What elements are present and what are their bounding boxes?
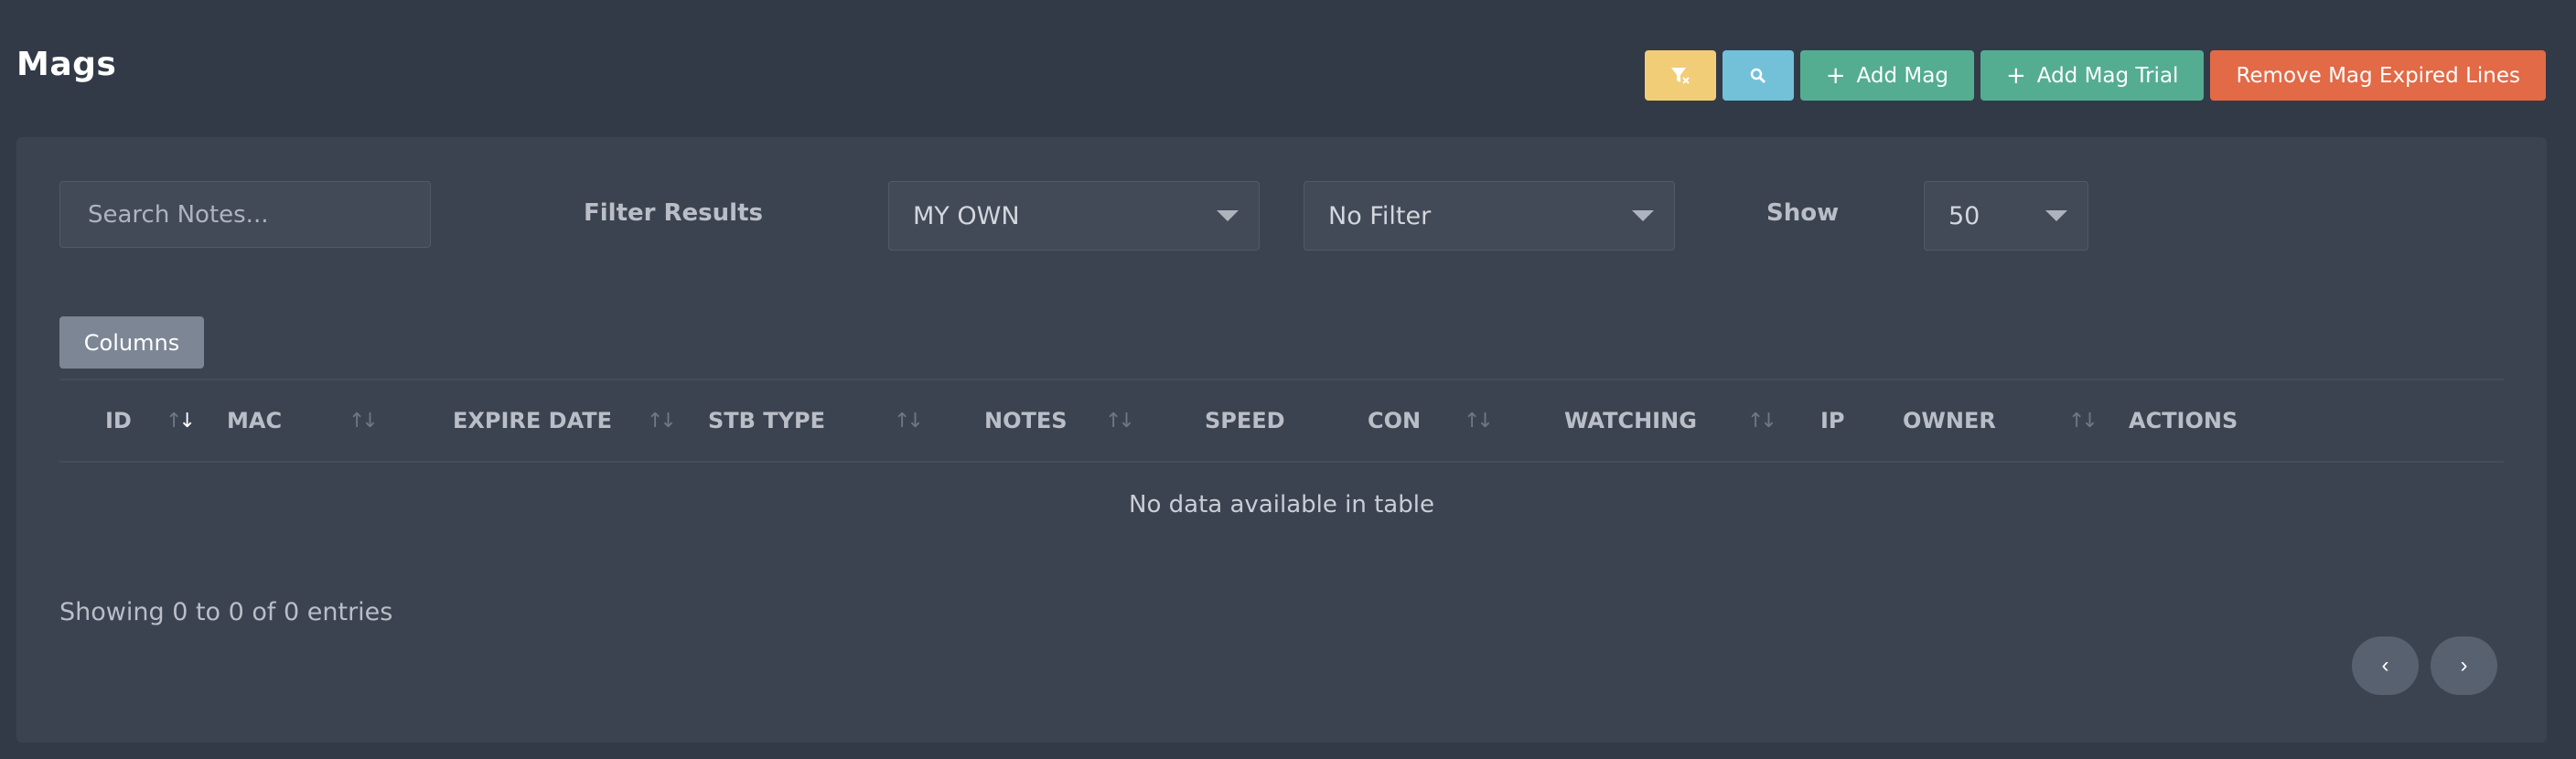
sort-icon[interactable]: ↑↓ [894,410,924,433]
column-header-id[interactable]: ID [105,408,132,433]
clear-filter-button[interactable] [1644,50,1716,101]
sort-icon[interactable]: ↑↓ [1464,410,1494,433]
add-mag-button[interactable]: + Add Mag [1799,50,1974,101]
search-icon [1750,68,1766,83]
filter-clear-icon [1670,67,1690,84]
status-filter-value: No Filter [1328,201,1432,230]
status-filter-select[interactable]: No Filter [1304,181,1675,251]
sort-icon[interactable]: ↑↓ [1105,410,1135,433]
page-size-value: 50 [1948,201,1980,230]
toolbar: + Add Mag + Add Mag Trial Remove Mag Exp… [1644,50,2546,101]
mags-table: ID ↑↓ MAC ↑↓ EXPIRE DATE ↑↓ STB TYPE ↑↓ … [59,379,2504,547]
next-page-button[interactable]: › [2431,636,2497,695]
filter-results-label: Filter Results [584,199,763,227]
previous-page-button[interactable]: ‹ [2352,636,2419,695]
sort-icon[interactable]: ↑↓ [166,410,196,433]
table-header: ID ↑↓ MAC ↑↓ EXPIRE DATE ↑↓ STB TYPE ↑↓ … [59,380,2504,461]
search-notes-input[interactable] [59,181,431,248]
show-label: Show [1766,199,1840,227]
search-button[interactable] [1722,50,1794,101]
column-header-expire-date[interactable]: EXPIRE DATE [453,408,612,433]
column-header-notes[interactable]: NOTES [984,408,1068,433]
chevron-down-icon [1217,210,1239,221]
remove-expired-button[interactable]: Remove Mag Expired Lines [2210,50,2546,101]
sort-icon[interactable]: ↑↓ [647,410,677,433]
column-header-ip: IP [1820,408,1845,433]
add-mag-trial-button[interactable]: + Add Mag Trial [1980,50,2205,101]
owner-filter-select[interactable]: MY OWN [888,181,1260,251]
page-size-select[interactable]: 50 [1924,181,2088,251]
sort-icon[interactable]: ↑↓ [2068,410,2098,433]
column-header-mac[interactable]: MAC [227,408,282,433]
column-header-speed: SPEED [1205,408,1285,433]
empty-table-message: No data available in table [1129,491,1434,518]
columns-button[interactable]: Columns [59,316,204,369]
column-header-stb-type[interactable]: STB TYPE [708,408,825,433]
add-mag-label: Add Mag [1856,63,1948,88]
column-header-owner[interactable]: OWNER [1903,408,1996,433]
chevron-down-icon [1632,210,1654,221]
table-info: Showing 0 to 0 of 0 entries [59,598,393,626]
plus-icon: + [1825,61,1846,90]
chevron-left-icon: ‹ [2381,653,2389,678]
chevron-down-icon [2045,210,2067,221]
chevron-right-icon: › [2460,653,2468,678]
sort-icon[interactable]: ↑↓ [1747,410,1777,433]
page-title: Mags [16,46,117,83]
column-header-watching[interactable]: WATCHING [1564,408,1697,433]
column-header-actions: ACTIONS [2129,408,2238,433]
mags-card: Filter Results MY OWN No Filter Show 50 … [16,137,2547,743]
sort-icon[interactable]: ↑↓ [349,410,379,433]
plus-icon: + [2005,61,2026,90]
column-header-con[interactable]: CON [1368,408,1421,433]
add-mag-trial-label: Add Mag Trial [2036,63,2179,88]
owner-filter-value: MY OWN [913,201,1020,230]
